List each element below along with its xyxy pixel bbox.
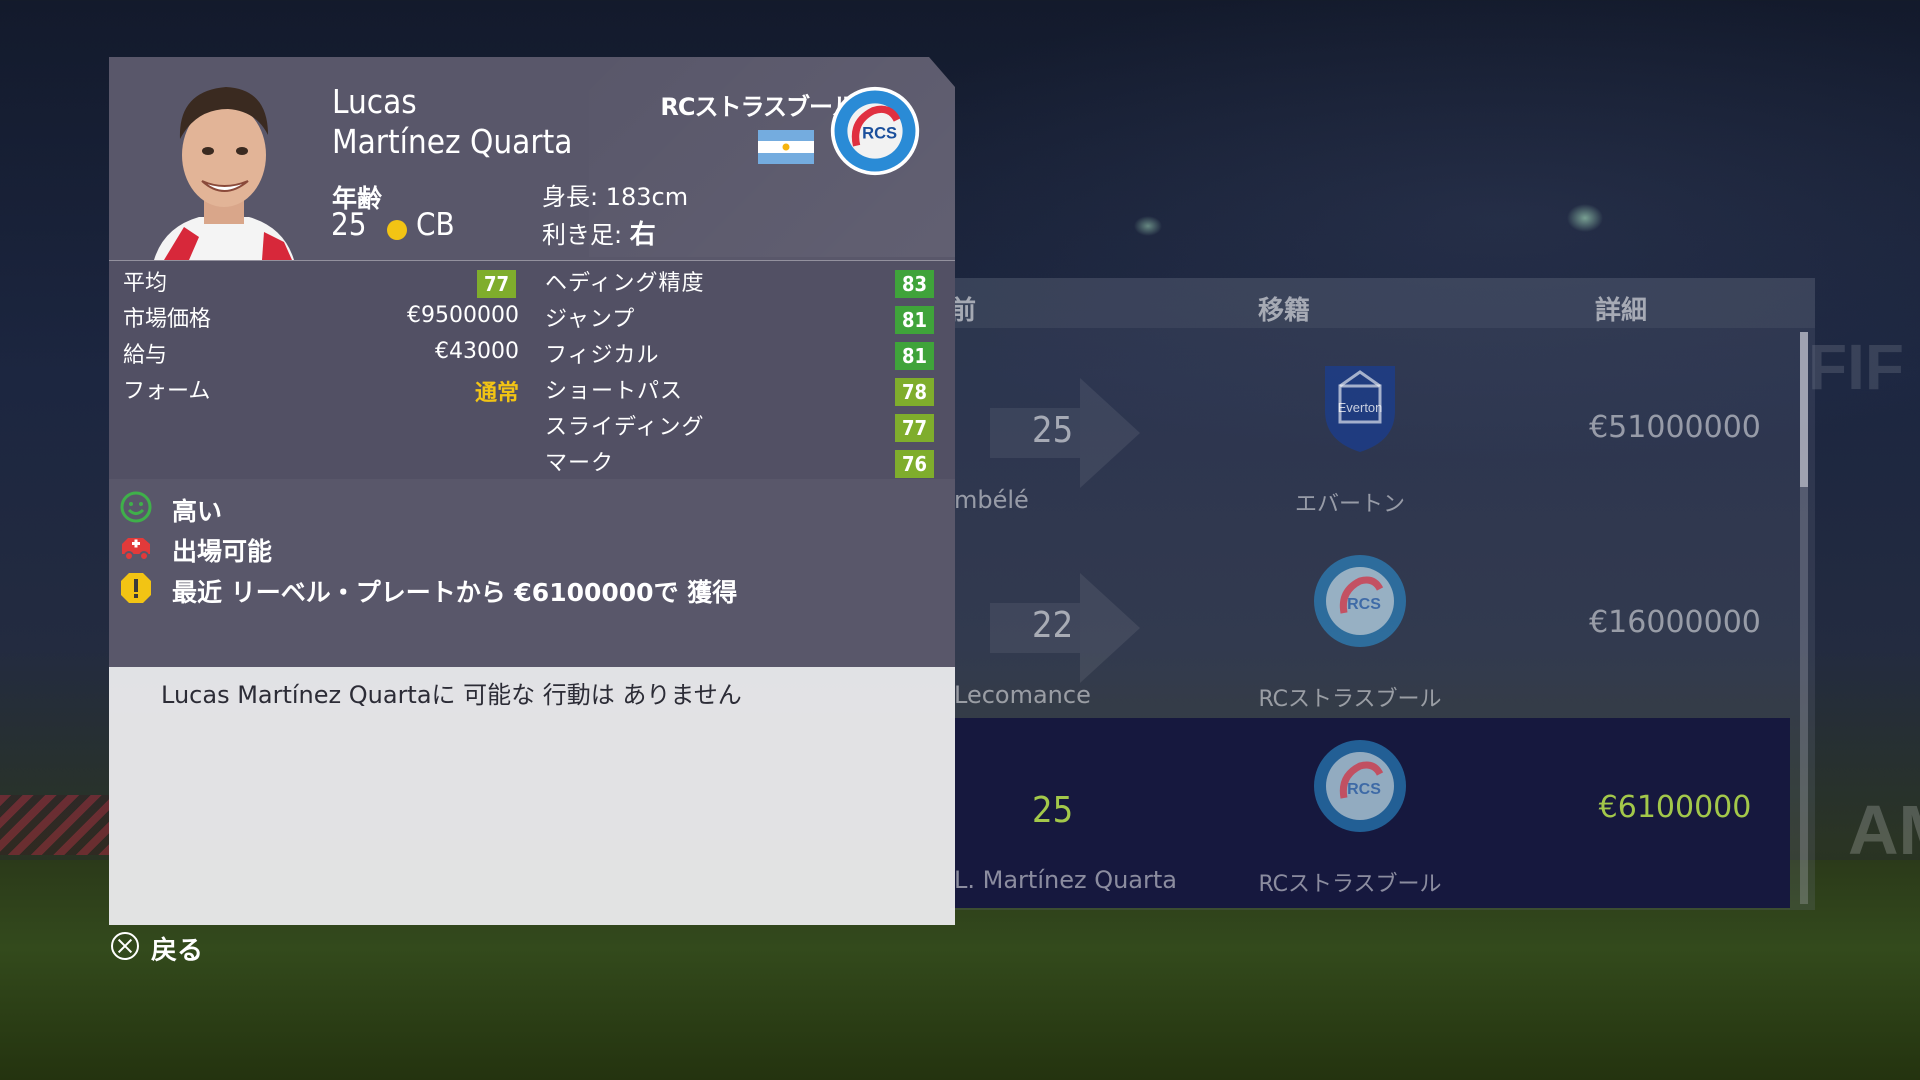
- column-header-transfer: 移籍: [1258, 296, 1311, 326]
- player-first-name: Lucas: [332, 82, 417, 121]
- preferred-foot-value: 右: [629, 220, 656, 250]
- svg-text:RCS: RCS: [1347, 781, 1381, 798]
- position-dot-icon: [387, 220, 407, 240]
- row-age: 25: [1032, 410, 1074, 451]
- player-portrait: [154, 87, 294, 260]
- overall-rating-badge: 77: [477, 270, 516, 298]
- market-value: €9500000: [407, 303, 519, 328]
- stat-badge-heading: 83: [895, 270, 934, 298]
- argentina-flag-icon: [758, 130, 814, 164]
- availability-text: 出場可能: [172, 537, 273, 566]
- wage-value: €43000: [435, 339, 519, 364]
- row-player-name: mbélé: [954, 486, 1029, 514]
- arrow-icon: [1080, 378, 1140, 488]
- strasbourg-crest-icon: RCS: [1314, 740, 1406, 832]
- ad-board: [0, 795, 110, 855]
- game-watermark: AME: [1848, 791, 1920, 869]
- fifa-watermark: FIF: [1808, 331, 1904, 403]
- stat-badge-marking: 76: [895, 450, 934, 478]
- row-player-name: Lecomance: [954, 681, 1091, 709]
- arrow-icon: [1080, 573, 1140, 683]
- stat-badge-jump: 81: [895, 306, 934, 334]
- table-row-selected[interactable]: 25 L. Martínez Quarta RCS RCストラスブール €610…: [950, 718, 1790, 908]
- actions-panel: Lucas Martínez Quartaに 可能な 行動は ありません: [109, 667, 955, 925]
- transfer-table: 前 移籍 詳細 25 mbélé Everton エバートン €51000000…: [950, 278, 1815, 910]
- transfer-history-text: 最近 リーベル・プレートから €6100000で 獲得: [172, 578, 738, 607]
- table-row[interactable]: 22 Lecomance RCS RCストラスブール €16000000: [950, 533, 1790, 723]
- height-value: 身長: 183cm: [542, 183, 689, 211]
- injury-icon: [122, 538, 150, 561]
- stat-label-short-pass: ショートパス: [545, 379, 684, 404]
- stats-panel: [109, 261, 955, 479]
- preferred-foot: 利き足: 右: [542, 220, 656, 250]
- svg-text:RCS: RCS: [1347, 596, 1381, 613]
- row-fee: €6100000: [1598, 790, 1752, 825]
- stat-badge-short-pass: 78: [895, 378, 934, 406]
- row-age: 25: [1032, 790, 1074, 831]
- player-card: Lucas Martínez Quarta 年齢 25 CB 身長: 183cm…: [109, 57, 955, 925]
- age-value: 25: [331, 207, 367, 243]
- position-value: CB: [416, 207, 455, 243]
- form-value: 通常: [474, 381, 519, 406]
- club-name: RCストラスブール: [660, 93, 856, 121]
- stat-label-sliding: スライディング: [545, 415, 705, 440]
- transfer-table-header: 前 移籍 詳細: [950, 278, 1815, 328]
- stat-label-physical: フィジカル: [545, 343, 660, 368]
- stat-badge-physical: 81: [895, 342, 934, 370]
- svg-text:RCS: RCS: [862, 123, 897, 142]
- no-actions-message: Lucas Martínez Quartaに 可能な 行動は ありません: [161, 681, 742, 709]
- column-header-details: 詳細: [1595, 296, 1648, 326]
- warning-icon: [121, 573, 151, 603]
- table-row[interactable]: 25 mbélé Everton エバートン €51000000: [950, 338, 1790, 528]
- stat-label-marking: マーク: [545, 451, 615, 476]
- cross-button-icon: [111, 932, 139, 960]
- everton-crest-icon: Everton: [1325, 366, 1395, 452]
- row-fee: €16000000: [1589, 605, 1761, 640]
- row-fee: €51000000: [1589, 410, 1761, 445]
- stat-label-form: フォーム: [123, 379, 211, 404]
- scrollbar-thumb[interactable]: [1800, 332, 1808, 487]
- svg-text:Everton: Everton: [1338, 400, 1383, 415]
- stat-label-jump: ジャンプ: [545, 307, 636, 332]
- stat-label-overall: 平均: [123, 271, 168, 296]
- smile-icon: [120, 491, 152, 523]
- back-label: 戻る: [151, 936, 204, 966]
- stat-label-market-value: 市場価格: [123, 307, 212, 332]
- row-club-name: RCストラスブール: [1258, 872, 1442, 897]
- strasbourg-crest-icon: RCS: [830, 86, 920, 176]
- morale-text: 高い: [172, 497, 223, 526]
- row-club-name: RCストラスブール: [1258, 687, 1442, 712]
- player-card-top: Lucas Martínez Quarta 年齢 25 CB 身長: 183cm…: [109, 57, 955, 667]
- stat-badge-sliding: 77: [895, 414, 934, 442]
- player-last-name: Martínez Quarta: [332, 122, 573, 161]
- stat-label-wage: 給与: [123, 343, 168, 368]
- strasbourg-crest-icon: RCS: [1314, 555, 1406, 647]
- row-age: 22: [1032, 605, 1074, 646]
- row-player-name: L. Martínez Quarta: [954, 866, 1177, 894]
- divider: [109, 260, 955, 261]
- row-club-name: エバートン: [1294, 492, 1405, 517]
- stat-label-heading: ヘディング精度: [545, 271, 705, 296]
